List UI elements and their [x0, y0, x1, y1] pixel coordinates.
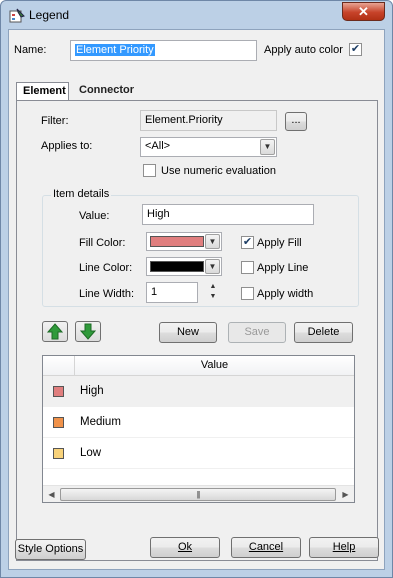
style-options-label: Style Options — [17, 543, 84, 555]
checkmark-icon: ✔ — [242, 236, 253, 248]
row-label: Low — [80, 447, 102, 459]
ok-button-label: Ok — [177, 541, 193, 553]
grid-header: Value — [43, 356, 354, 376]
save-button[interactable]: Save — [228, 322, 286, 343]
help-button-label: Help — [332, 541, 356, 553]
name-label: Name: — [14, 44, 47, 56]
move-down-button[interactable] — [75, 321, 101, 342]
apply-auto-color-checkbox[interactable]: ✔ — [349, 43, 362, 56]
table-row[interactable]: Low — [43, 438, 354, 469]
spin-down-icon[interactable]: ▼ — [207, 292, 219, 302]
legend-app-icon — [9, 8, 25, 23]
window-title: Legend — [29, 8, 70, 22]
item-details-title: Item details — [51, 188, 112, 200]
cancel-button-label: Cancel — [248, 541, 284, 553]
new-button[interactable]: New — [159, 322, 217, 343]
apply-fill-label: Apply Fill — [257, 237, 302, 249]
row-color-swatch — [53, 386, 64, 397]
value-label: Value: — [79, 210, 110, 222]
fill-color-label: Fill Color: — [79, 237, 126, 249]
numeric-eval-checkbox[interactable] — [143, 164, 156, 177]
line-width-label: Line Width: — [79, 288, 135, 300]
name-input[interactable]: Element Priority — [70, 40, 257, 61]
row-color-swatch — [53, 448, 64, 459]
applies-to-select[interactable]: <All> ▼ — [140, 137, 277, 157]
chevron-down-icon[interactable]: ▼ — [260, 139, 275, 155]
close-button[interactable]: ✕ — [342, 2, 385, 21]
scroll-right-icon[interactable]: ▶ — [337, 486, 354, 503]
legend-items-grid: Value High Medium Low ◀ ||| ▶ — [42, 355, 355, 503]
chevron-down-icon[interactable]: ▼ — [205, 259, 220, 274]
apply-fill-checkbox[interactable]: ✔ — [241, 236, 254, 249]
table-row[interactable]: High — [43, 376, 354, 407]
dialog-client-area: Name: Element Priority Apply auto color … — [8, 29, 385, 570]
ok-button[interactable]: Ok — [150, 537, 220, 558]
numeric-eval-label: Use numeric evaluation — [161, 165, 276, 177]
applies-to-label: Applies to: — [41, 140, 93, 152]
chevron-down-icon[interactable]: ▼ — [205, 234, 220, 249]
save-button-label: Save — [244, 326, 270, 338]
apply-width-label: Apply width — [257, 288, 314, 300]
apply-width-checkbox[interactable] — [241, 287, 254, 300]
filter-label: Filter: — [41, 115, 69, 127]
filter-browse-button[interactable]: ... — [285, 112, 307, 131]
column-header-value[interactable]: Value — [75, 356, 354, 375]
table-row[interactable]: Medium — [43, 407, 354, 438]
apply-auto-color-label: Apply auto color — [264, 44, 343, 56]
scroll-thumb[interactable]: ||| — [60, 488, 336, 501]
move-up-button[interactable] — [42, 321, 68, 342]
help-button[interactable]: Help — [309, 537, 379, 558]
delete-button-label: Delete — [307, 326, 340, 338]
delete-button[interactable]: Delete — [294, 322, 353, 343]
grid-corner — [43, 356, 75, 375]
line-width-input[interactable]: 1 — [146, 282, 198, 303]
applies-to-value: <All> — [145, 140, 171, 152]
fill-color-picker[interactable]: ▼ — [146, 232, 222, 251]
tab-element[interactable]: Element — [16, 82, 69, 101]
arrow-down-icon — [79, 323, 97, 340]
line-width-spinner[interactable]: ▲ ▼ — [207, 282, 219, 303]
apply-line-label: Apply Line — [257, 262, 309, 274]
row-label: Medium — [80, 416, 121, 428]
title-bar[interactable]: Legend ✕ — [1, 1, 392, 29]
line-color-picker[interactable]: ▼ — [146, 257, 222, 276]
line-color-label: Line Color: — [79, 262, 133, 274]
arrow-up-icon — [46, 323, 64, 340]
checkmark-icon: ✔ — [350, 43, 361, 55]
filter-input[interactable]: Element.Priority — [140, 110, 277, 131]
value-input[interactable]: High — [142, 204, 314, 225]
new-button-label: New — [176, 326, 199, 338]
row-label: High — [80, 385, 104, 397]
legend-dialog: Legend ✕ Name: Element Priority Apply au… — [0, 0, 393, 578]
row-color-swatch — [53, 417, 64, 428]
fill-color-swatch — [150, 236, 204, 247]
horizontal-scrollbar[interactable]: ◀ ||| ▶ — [43, 485, 354, 502]
tab-connector[interactable]: Connector — [73, 82, 145, 101]
cancel-button[interactable]: Cancel — [231, 537, 301, 558]
name-value: Element Priority — [75, 44, 155, 56]
line-color-swatch — [150, 261, 204, 272]
apply-line-checkbox[interactable] — [241, 261, 254, 274]
spin-up-icon[interactable]: ▲ — [207, 282, 219, 292]
close-icon: ✕ — [358, 4, 369, 19]
style-options-button[interactable]: Style Options — [15, 539, 86, 560]
scroll-left-icon[interactable]: ◀ — [43, 486, 60, 503]
